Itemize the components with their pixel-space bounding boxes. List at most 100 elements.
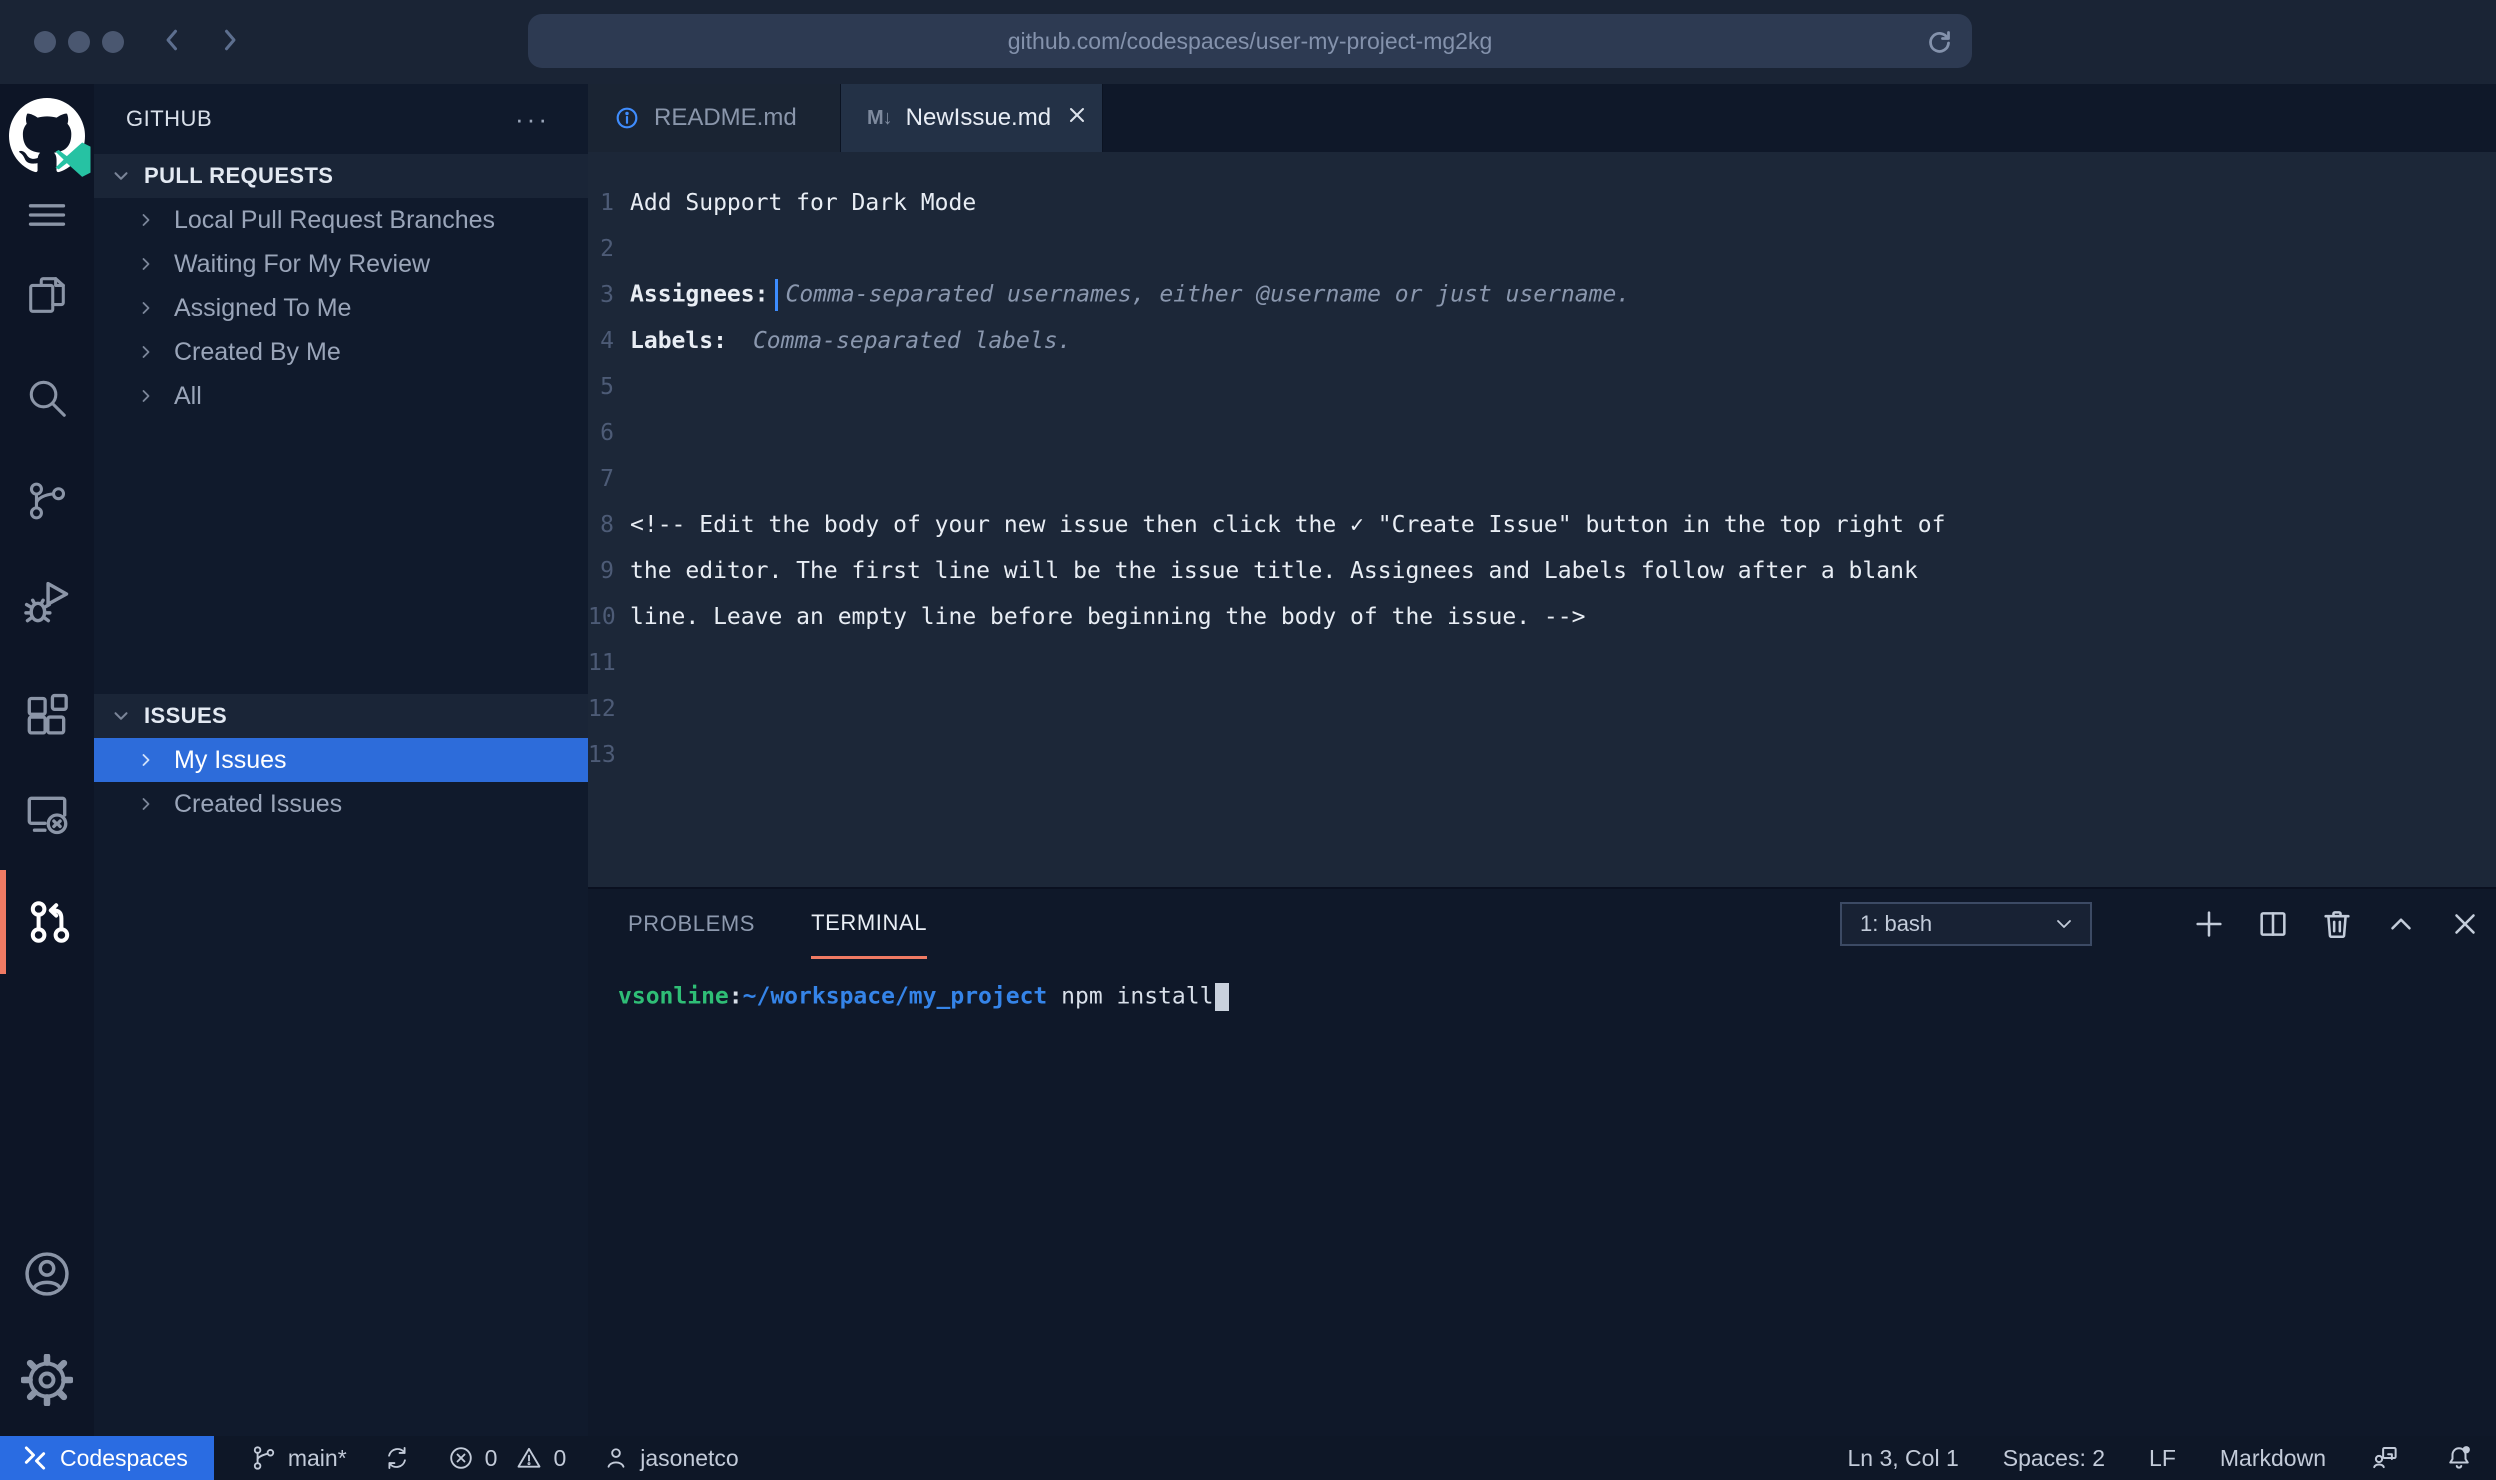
bell-icon — [2444, 1443, 2474, 1473]
sidebar-title: GITHUB — [126, 106, 212, 132]
comment-line: <!-- Edit the body of your new issue the… — [630, 512, 1945, 538]
activity-remote-explorer[interactable] — [0, 790, 94, 840]
notification-dot — [2463, 1446, 2470, 1453]
kill-terminal-button[interactable] — [2320, 907, 2354, 941]
markdown-icon: M↓ — [867, 107, 892, 130]
url-text: github.com/codespaces/user-my-project-mg… — [1008, 28, 1492, 55]
section-pull-requests[interactable]: PULL REQUESTS — [94, 154, 588, 198]
settings-button[interactable] — [0, 1354, 94, 1406]
sidebar-item-created-issues[interactable]: Created Issues — [94, 782, 588, 826]
indentation-indicator[interactable]: Spaces: 2 — [2003, 1445, 2105, 1472]
window-minimize-button[interactable] — [68, 31, 90, 53]
editor[interactable]: 1Add Support for Dark Mode 2 3 Assignees… — [588, 152, 2496, 887]
labels-label: Labels: — [630, 328, 727, 354]
comment-line: the editor. The first line will be the i… — [630, 558, 1918, 584]
new-terminal-button[interactable] — [2192, 907, 2226, 941]
tab-problems[interactable]: PROBLEMS — [628, 889, 755, 959]
close-panel-button[interactable] — [2448, 907, 2482, 941]
chevron-right-icon — [136, 254, 156, 274]
remote-explorer-icon — [22, 790, 72, 840]
git-branch-icon — [250, 1444, 278, 1472]
sidebar-item-waiting-for-my-review[interactable]: Waiting For My Review — [94, 242, 588, 286]
pull-request-icon — [26, 898, 74, 946]
close-tab-button[interactable] — [1065, 103, 1089, 134]
cursor-position-indicator[interactable]: Ln 3, Col 1 — [1848, 1445, 1959, 1472]
bottom-panel: PROBLEMS TERMINAL 1: bash — [588, 887, 2496, 1436]
close-icon — [2448, 907, 2482, 941]
assignees-label: Assignees: — [630, 282, 768, 308]
settings-gear-icon — [21, 1354, 73, 1406]
maximize-panel-button[interactable] — [2384, 907, 2418, 941]
problems-indicator[interactable]: 0 0 — [447, 1444, 567, 1472]
branch-indicator[interactable]: main* — [250, 1444, 347, 1472]
search-icon — [24, 375, 70, 421]
ellipsis-icon[interactable]: ··· — [515, 114, 550, 124]
sidebar: GITHUB ··· PULL REQUESTS Local Pull Requ… — [94, 84, 588, 1436]
browser-forward-button[interactable] — [214, 23, 244, 62]
language-mode-indicator[interactable]: Markdown — [2220, 1445, 2326, 1472]
run-debug-icon — [21, 576, 73, 628]
window-close-button[interactable] — [34, 31, 56, 53]
activity-bar — [0, 84, 94, 1436]
tab-terminal[interactable]: TERMINAL — [811, 889, 927, 959]
terminal-cursor — [1215, 983, 1229, 1011]
split-terminal-button[interactable] — [2256, 907, 2290, 941]
chevron-down-icon — [110, 165, 132, 187]
eol-indicator[interactable]: LF — [2149, 1445, 2176, 1472]
back-arrow-icon — [158, 23, 188, 57]
editor-tab-bar: README.md M↓ NewIssue.md — [588, 84, 2496, 152]
activity-run-debug[interactable] — [0, 576, 94, 628]
account-button[interactable] — [0, 1248, 94, 1300]
remote-icon — [22, 1445, 48, 1471]
browser-back-button[interactable] — [158, 23, 188, 62]
chevron-right-icon — [136, 750, 156, 770]
activity-extensions[interactable] — [0, 691, 94, 741]
terminal-output[interactable]: vsonline:~/workspace/my_project npm inst… — [588, 959, 2496, 1011]
refresh-button[interactable] — [1924, 26, 1954, 62]
sync-icon — [383, 1444, 411, 1472]
window-controls[interactable] — [34, 31, 124, 53]
person-icon — [602, 1444, 630, 1472]
sync-button[interactable] — [383, 1444, 411, 1472]
sidebar-item-created-by-me[interactable]: Created By Me — [94, 330, 588, 374]
menu-button[interactable] — [0, 193, 94, 237]
feedback-icon — [2370, 1443, 2400, 1473]
source-control-icon — [24, 478, 70, 524]
activity-explorer[interactable] — [0, 272, 94, 318]
text-cursor — [775, 279, 778, 311]
sidebar-item-assigned-to-me[interactable]: Assigned To Me — [94, 286, 588, 330]
sidebar-item-my-issues[interactable]: My Issues — [94, 738, 588, 782]
activity-search[interactable] — [0, 375, 94, 421]
section-issues[interactable]: ISSUES — [94, 694, 588, 738]
sidebar-item-all[interactable]: All — [94, 374, 588, 418]
chevron-down-icon — [110, 705, 132, 727]
tab-readme[interactable]: README.md — [588, 84, 841, 152]
codespaces-badge[interactable]: Codespaces — [0, 1436, 214, 1480]
comment-line: line. Leave an empty line before beginni… — [630, 604, 1585, 630]
terminal-user: vsonline — [618, 984, 729, 1010]
notifications-button[interactable] — [2444, 1443, 2474, 1473]
warning-icon — [515, 1444, 543, 1472]
github-codespaces-logo — [0, 98, 94, 174]
close-icon — [1065, 103, 1089, 127]
signed-in-user[interactable]: jasonetco — [602, 1444, 738, 1472]
activity-github-pull-requests[interactable] — [0, 870, 94, 974]
plus-icon — [2192, 907, 2226, 941]
status-bar: Codespaces main* 0 0 jasonetco — [0, 1436, 2496, 1480]
labels-placeholder: Comma-separated labels. — [753, 328, 1072, 354]
terminal-command: npm install — [1047, 984, 1213, 1010]
window-maximize-button[interactable] — [102, 31, 124, 53]
browser-url-bar[interactable]: github.com/codespaces/user-my-project-mg… — [528, 14, 1972, 68]
account-icon — [21, 1248, 73, 1300]
chevron-right-icon — [136, 210, 156, 230]
terminal-shell-select[interactable]: 1: bash — [1840, 902, 2092, 946]
info-icon — [614, 105, 640, 131]
sidebar-item-local-pull-request-branches[interactable]: Local Pull Request Branches — [94, 198, 588, 242]
trash-icon — [2320, 907, 2354, 941]
feedback-button[interactable] — [2370, 1443, 2400, 1473]
editor-line-title: Add Support for Dark Mode — [630, 190, 976, 216]
error-icon — [447, 1444, 475, 1472]
activity-source-control[interactable] — [0, 478, 94, 524]
tab-newissue[interactable]: M↓ NewIssue.md — [841, 84, 1103, 152]
chevron-right-icon — [136, 342, 156, 362]
